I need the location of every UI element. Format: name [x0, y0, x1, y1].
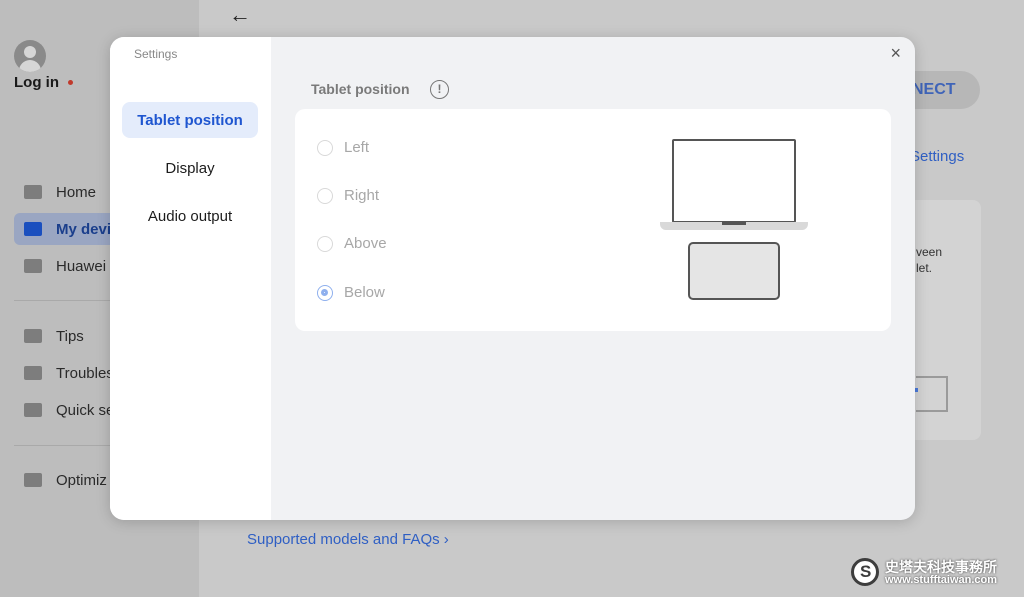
sidebar-item-label: My devi [56, 220, 112, 238]
settings-sidebar: Settings Tablet position Display Audio o… [110, 37, 271, 520]
info-card-text: veen let. [916, 245, 943, 275]
radio-right[interactable] [317, 187, 333, 204]
sidebar-item-label: Huawei [56, 257, 107, 275]
optimize-icon [24, 473, 42, 487]
notification-dot [68, 80, 73, 85]
option-below[interactable]: Below [317, 284, 385, 301]
tablet-position-panel: Left Right Above Below [295, 109, 891, 331]
device-illustration-icon [914, 376, 948, 412]
sidebar-item-label: Home [56, 183, 97, 201]
wireless-icon [24, 259, 42, 273]
back-arrow-icon[interactable]: ← [229, 2, 251, 28]
watermark: 史塔夫科技事務所 www.stufftaiwan.com [851, 555, 1021, 589]
dialog-title: Settings [134, 47, 178, 61]
option-label: Right [344, 187, 380, 204]
sidebar-item-label: Troubles [56, 364, 114, 382]
settings-tab-display[interactable]: Display [122, 150, 258, 186]
watermark-logo-icon [851, 558, 879, 586]
tablet-icon [688, 242, 780, 300]
option-label: Above [344, 235, 387, 252]
settings-link[interactable]: Settings [910, 148, 964, 165]
settings-tab-tablet-position[interactable]: Tablet position [122, 102, 258, 138]
laptop-icon [672, 139, 796, 223]
sidebar-item-label: Tips [56, 327, 84, 345]
sidebar-item-label: Quick se [56, 401, 115, 419]
option-right[interactable]: Right [317, 187, 379, 204]
settings-dialog: Settings Tablet position Display Audio o… [110, 37, 915, 520]
close-icon[interactable]: × [890, 43, 901, 64]
avatar-icon[interactable] [14, 40, 46, 72]
login-link[interactable]: Log in [14, 74, 59, 91]
option-label: Below [344, 284, 385, 301]
sidebar-item-label: Optimiz [56, 471, 107, 489]
radio-left[interactable] [317, 139, 333, 156]
laptop-base-icon [660, 222, 808, 230]
info-icon[interactable]: ! [430, 80, 449, 99]
wrench-icon [24, 366, 42, 380]
watermark-url: www.stufftaiwan.com [885, 574, 998, 586]
option-label: Left [344, 139, 370, 156]
settings-tab-audio-output[interactable]: Audio output [122, 198, 258, 234]
my-devices-icon [24, 222, 42, 236]
option-above[interactable]: Above [317, 235, 387, 252]
radio-above[interactable] [317, 235, 333, 252]
radio-below[interactable] [317, 284, 333, 301]
faq-link[interactable]: Supported models and FAQs › [247, 531, 449, 548]
tips-icon [24, 329, 42, 343]
home-icon [24, 185, 42, 199]
section-title: Tablet position [311, 81, 410, 97]
option-left[interactable]: Left [317, 139, 369, 156]
shield-icon [24, 403, 42, 417]
